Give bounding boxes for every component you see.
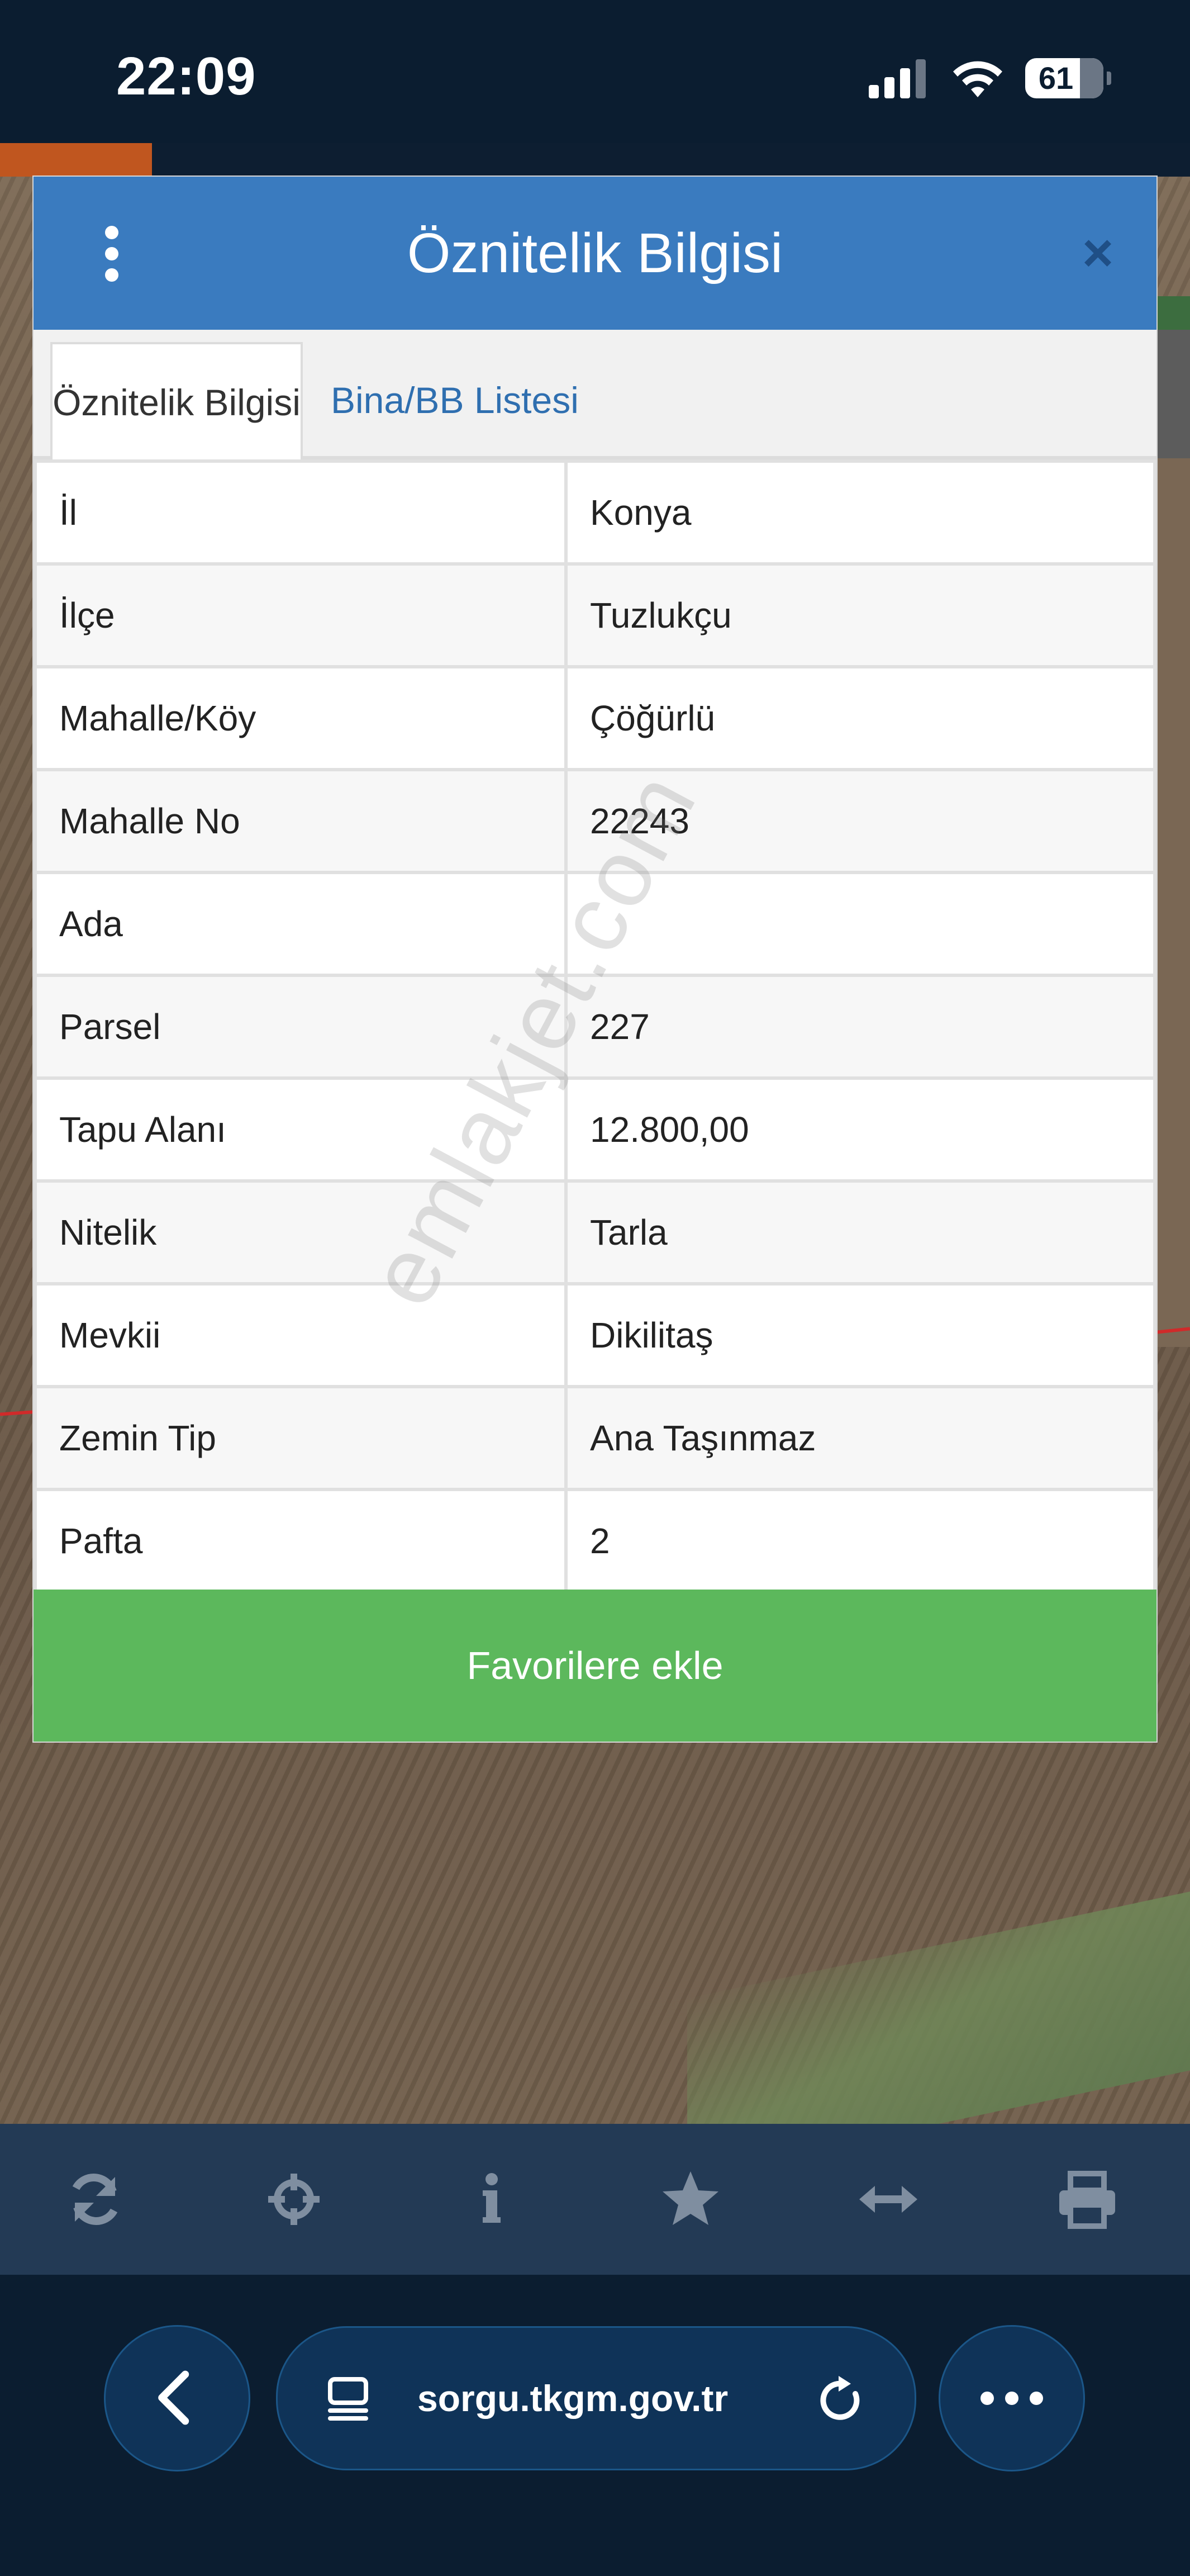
row-label: Nitelik — [34, 1179, 568, 1285]
row-label: Tapu Alanı — [34, 1076, 568, 1183]
map-toolbar — [0, 2124, 1190, 2275]
row-value: Dikilitaş — [564, 1282, 1156, 1388]
status-bar: 22:09 61 — [0, 0, 1190, 143]
map-edge — [1156, 296, 1190, 1347]
close-icon[interactable]: × — [1073, 226, 1123, 280]
attribute-dialog: Öznitelik Bilgisi × Öznitelik Bilgisi Bi… — [34, 177, 1156, 1742]
cellular-signal-icon — [869, 59, 930, 98]
info-icon[interactable] — [458, 2166, 525, 2233]
measure-icon[interactable] — [855, 2166, 922, 2233]
tab-building-list[interactable]: Bina/BB Listesi — [305, 342, 604, 458]
row-value: 2 — [564, 1488, 1156, 1594]
row-label: İl — [34, 459, 568, 566]
dialog-title: Öznitelik Bilgisi — [407, 222, 783, 284]
add-favorite-button[interactable]: Favorilere ekle — [34, 1590, 1156, 1742]
row-label: Pafta — [34, 1488, 568, 1594]
row-value: Konya — [564, 459, 1156, 566]
attribute-table: İl Konya İlçe Tuzlukçu Mahalle/Köy Çöğürlü … — [34, 459, 1156, 1594]
refresh-icon[interactable] — [61, 2166, 128, 2233]
chevron-left-icon — [158, 2370, 189, 2425]
row-label: Parsel — [34, 974, 568, 1080]
tab-attribute-info[interactable]: Öznitelik Bilgisi — [50, 342, 303, 464]
map-tile — [0, 143, 152, 177]
wifi-icon — [953, 61, 1002, 97]
row-value: Ana Taşınmaz — [564, 1385, 1156, 1491]
more-options-button[interactable] — [939, 2325, 1085, 2471]
table-row: İl Konya — [34, 459, 1156, 566]
status-time: 22:09 — [116, 46, 256, 106]
table-row: Pafta 2 — [34, 1488, 1156, 1594]
row-label: Mahalle No — [34, 768, 568, 874]
row-value: 227 — [564, 974, 1156, 1080]
table-row: Nitelik Tarla — [34, 1179, 1156, 1285]
url-text: sorgu.tkgm.gov.tr — [417, 2378, 729, 2419]
more-vertical-icon[interactable] — [101, 226, 123, 282]
table-row: Mahalle/Köy Çöğürlü — [34, 665, 1156, 771]
table-row: Zemin Tip Ana Taşınmaz — [34, 1385, 1156, 1491]
dialog-header: Öznitelik Bilgisi × — [34, 177, 1156, 330]
table-row: Ada — [34, 871, 1156, 977]
row-value: 12.800,00 — [564, 1076, 1156, 1183]
crosshair-icon[interactable] — [260, 2166, 327, 2233]
battery-icon: 61 — [1025, 58, 1111, 98]
star-icon[interactable] — [657, 2166, 724, 2233]
dialog-tabs: Öznitelik Bilgisi Bina/BB Listesi — [34, 330, 1156, 464]
print-icon[interactable] — [1054, 2166, 1121, 2233]
row-value — [564, 871, 1156, 977]
row-value: Tarla — [564, 1179, 1156, 1285]
row-value: Çöğürlü — [564, 665, 1156, 771]
table-row: Parsel 227 — [34, 974, 1156, 1080]
row-label: Mahalle/Köy — [34, 665, 568, 771]
tab-overview-icon[interactable] — [326, 2376, 370, 2421]
table-row: İlçe Tuzlukçu — [34, 562, 1156, 668]
row-label: Mevkii — [34, 1282, 568, 1388]
address-bar[interactable]: sorgu.tkgm.gov.tr — [276, 2326, 916, 2470]
row-label: Zemin Tip — [34, 1385, 568, 1491]
back-button[interactable] — [104, 2325, 250, 2471]
table-row: Mevkii Dikilitaş — [34, 1282, 1156, 1388]
battery-level: 61 — [1038, 60, 1074, 96]
table-row: Mahalle No 22243 — [34, 768, 1156, 874]
row-label: Ada — [34, 871, 568, 977]
row-label: İlçe — [34, 562, 568, 668]
table-row: Tapu Alanı 12.800,00 — [34, 1076, 1156, 1183]
browser-bar: sorgu.tkgm.gov.tr — [0, 2275, 1190, 2576]
map-tile — [152, 143, 1190, 177]
reload-icon[interactable] — [814, 2374, 868, 2427]
row-value: 22243 — [564, 768, 1156, 874]
row-value: Tuzlukçu — [564, 562, 1156, 668]
